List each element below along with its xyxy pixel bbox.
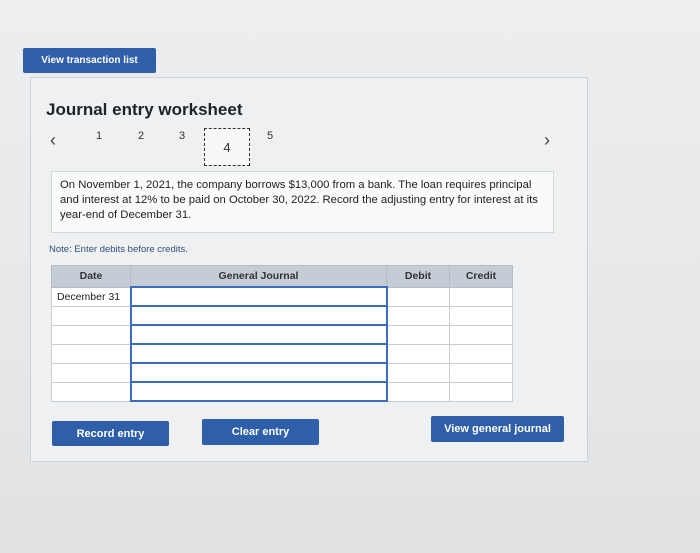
date-cell[interactable] (51, 324, 131, 345)
table-row (51, 343, 513, 364)
worksheet-title: Journal entry worksheet (46, 100, 243, 119)
debit-input[interactable] (386, 381, 450, 402)
debit-input[interactable] (386, 343, 450, 364)
table-row (51, 362, 513, 383)
step-4-active[interactable]: 4 (204, 128, 250, 166)
debit-input[interactable] (386, 324, 450, 345)
credit-input[interactable] (449, 305, 513, 326)
date-cell[interactable] (51, 305, 131, 326)
debit-input[interactable] (386, 362, 450, 383)
view-transaction-list-button[interactable]: View transaction list (23, 48, 156, 73)
credit-input[interactable] (449, 381, 513, 402)
date-cell[interactable] (51, 362, 131, 383)
account-input[interactable] (129, 381, 388, 402)
view-general-journal-button[interactable]: View general journal (431, 416, 564, 442)
credit-input[interactable] (449, 362, 513, 383)
header-debit: Debit (386, 265, 450, 288)
step-4-label: 4 (223, 139, 231, 155)
journal-worksheet-panel: Journal entry worksheet ‹ 1 2 3 4 5 › On… (30, 77, 588, 462)
step-3[interactable]: 3 (179, 130, 185, 142)
header-date: Date (51, 265, 131, 288)
account-input[interactable] (129, 362, 388, 383)
account-input[interactable] (129, 305, 388, 326)
date-cell[interactable]: December 31 (51, 286, 131, 307)
credit-input[interactable] (449, 324, 513, 345)
debit-input[interactable] (386, 305, 450, 326)
step-1[interactable]: 1 (96, 130, 102, 142)
debit-input[interactable] (386, 286, 450, 307)
question-text: On November 1, 2021, the company borrows… (51, 171, 554, 233)
header-credit: Credit (449, 265, 513, 288)
step-5[interactable]: 5 (267, 130, 273, 142)
account-input[interactable] (129, 324, 388, 345)
credit-input[interactable] (449, 286, 513, 307)
note-text: Note: Enter debits before credits. (49, 244, 188, 255)
table-row: December 31 (51, 286, 513, 307)
record-entry-button[interactable]: Record entry (52, 421, 169, 446)
credit-input[interactable] (449, 343, 513, 364)
table-row (51, 324, 513, 345)
date-cell[interactable] (51, 343, 131, 364)
header-general-journal: General Journal (130, 265, 387, 288)
clear-entry-button[interactable]: Clear entry (202, 419, 319, 445)
journal-table: Date General Journal Debit Credit Decemb… (51, 265, 513, 402)
date-cell[interactable] (51, 381, 131, 402)
chevron-left-icon[interactable]: ‹ (50, 130, 56, 151)
step-2[interactable]: 2 (138, 130, 144, 142)
table-row (51, 305, 513, 326)
account-input[interactable] (129, 343, 388, 364)
table-row (51, 381, 513, 402)
account-input[interactable] (129, 286, 388, 307)
chevron-right-icon[interactable]: › (544, 130, 550, 151)
